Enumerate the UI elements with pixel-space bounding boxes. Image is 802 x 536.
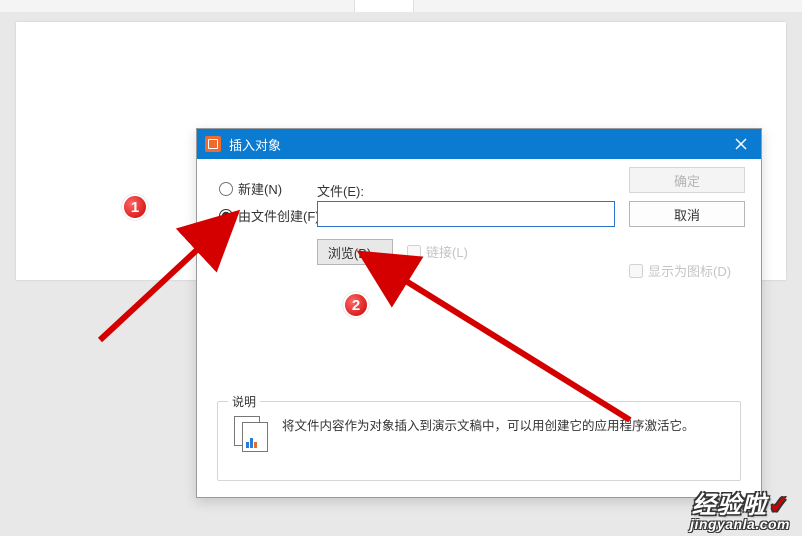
radio-create-new-input[interactable] [219,182,233,196]
description-panel: 说明 将文件内容作为对象插入到演示文稿中，可以用创建它的应用程序激活它。 [217,401,741,481]
browse-button[interactable]: 浏览(B)... [317,239,393,265]
ok-button: 确定 [629,167,745,193]
app-icon [205,136,221,152]
radio-create-new-label: 新建(N) [238,179,282,198]
cancel-button[interactable]: 取消 [629,201,745,227]
link-checkbox-label: 链接(L) [426,242,468,261]
description-heading: 说明 [228,393,260,410]
radio-create-from-file-label: 由文件创建(F) [238,206,320,225]
create-mode-radio-group: 新建(N) 由文件创建(F) [219,179,320,233]
dialog-body: 新建(N) 由文件创建(F) 文件(E): 浏览(B)... 链接(L) 显示为… [197,159,761,497]
radio-create-from-file-input[interactable] [219,209,233,223]
file-path-input[interactable] [317,201,615,227]
ribbon-tab-marker [354,0,414,12]
radio-create-from-file[interactable]: 由文件创建(F) [219,206,320,225]
dialog-titlebar[interactable]: 插入对象 [197,129,761,159]
show-as-icon-checkbox-label: 显示为图标(D) [648,261,731,280]
link-checkbox-input [407,245,421,259]
show-as-icon-checkbox-input [629,264,643,278]
watermark-url: jingyanla.com [690,516,790,532]
embed-document-icon [234,416,268,450]
insert-object-dialog: 插入对象 新建(N) 由文件创建(F) 文件(E): 浏览(B)... 链接(L… [196,128,762,498]
show-as-icon-checkbox: 显示为图标(D) [629,261,731,280]
close-icon [735,138,747,150]
watermark-check-icon: ✓ [769,492,790,519]
radio-create-new[interactable]: 新建(N) [219,179,320,198]
dialog-title: 插入对象 [229,135,281,154]
file-label: 文件(E): [317,181,364,200]
description-text: 将文件内容作为对象插入到演示文稿中，可以用创建它的应用程序激活它。 [282,416,695,436]
link-checkbox: 链接(L) [407,242,468,261]
close-button[interactable] [721,129,761,159]
